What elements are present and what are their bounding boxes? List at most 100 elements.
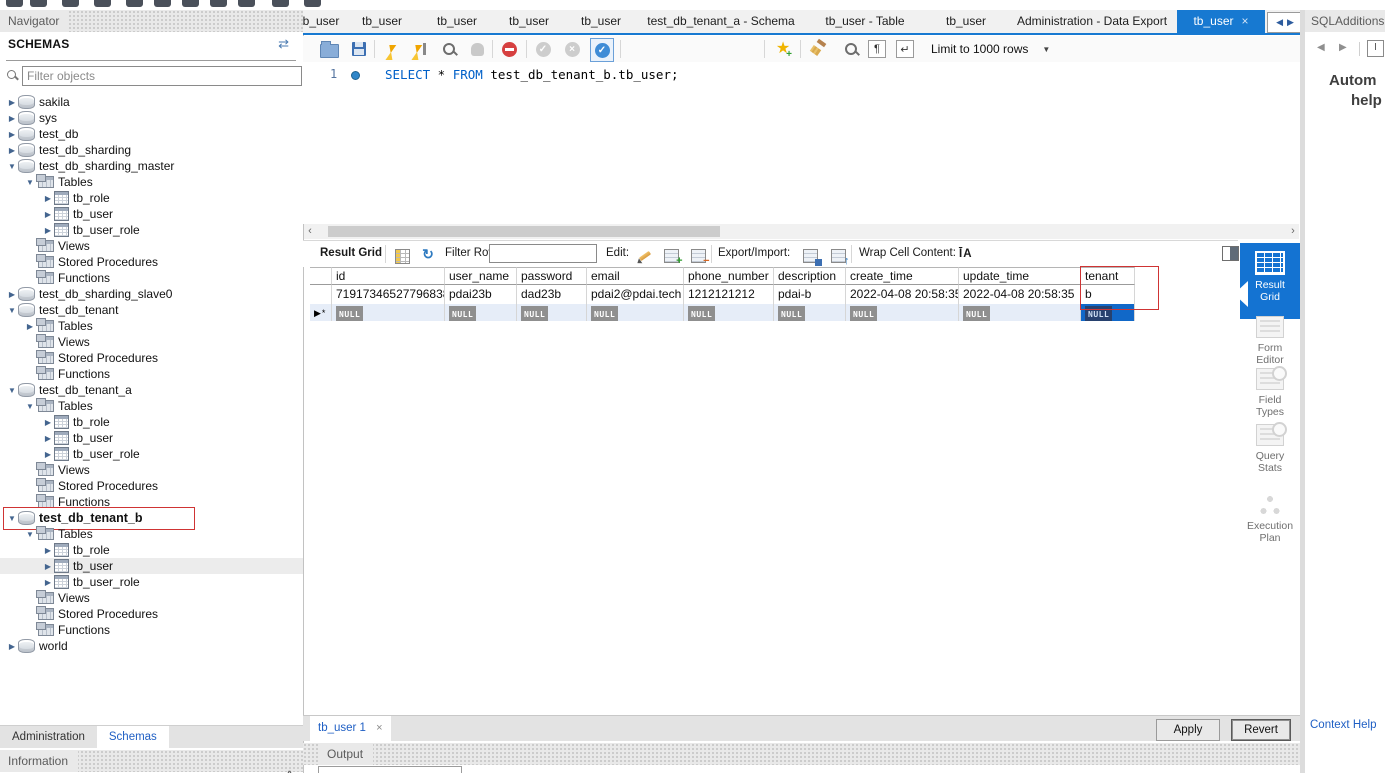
column-header-password[interactable]: password [517,267,587,285]
tree-item-tb-user[interactable]: ▶tb_user [0,430,303,446]
main-toolbar-icon[interactable] [154,0,171,7]
filter-rows-input[interactable] [489,244,597,263]
tab-scroll-right-icon[interactable]: ▶ [1287,17,1294,28]
chevron-collapsed-icon[interactable]: ▶ [6,98,18,107]
chevron-collapsed-icon[interactable]: ▶ [42,418,54,427]
data-cell-update_time[interactable]: 2022-04-08 20:58:35 [959,285,1081,304]
schemas-refresh-icon[interactable]: ⇄ [278,36,289,52]
editor-tab[interactable]: Administration - Data Export [1007,10,1177,33]
find-icon[interactable] [840,38,862,60]
chevron-expanded-icon[interactable]: ▼ [6,514,18,523]
tree-item-tb-role[interactable]: ▶tb_role [0,190,303,206]
tree-item-stored-procedures[interactable]: Stored Procedures [0,478,303,494]
null-cell-description[interactable]: NULL [774,304,846,321]
tree-item-test-db-sharding-slave0[interactable]: ▶test_db_sharding_slave0 [0,286,303,302]
tab-schemas[interactable]: Schemas [97,726,169,748]
tree-item-world[interactable]: ▶world [0,638,303,654]
data-cell-description[interactable]: pdai-b [774,285,846,304]
context-help-cursor-icon[interactable]: I [1367,40,1384,57]
explain-icon[interactable] [438,38,460,60]
tree-item-test-db-sharding-master[interactable]: ▼test_db_sharding_master [0,158,303,174]
editor-tab[interactable]: tb_user [925,10,1007,33]
tab-scroll-left-icon[interactable]: ◀ [1276,17,1283,28]
tree-item-tables[interactable]: ▼Tables [0,174,303,190]
main-toolbar-icon[interactable] [272,0,289,7]
collapse-sidebar-icon[interactable] [1222,246,1239,261]
main-toolbar-icon[interactable] [30,0,47,7]
sidebar-query-stats-button[interactable]: QueryStats [1240,424,1300,474]
tree-item-stored-procedures[interactable]: Stored Procedures [0,606,303,622]
chevron-expanded-icon[interactable]: ▼ [24,402,36,411]
chevron-collapsed-icon[interactable]: ▶ [24,322,36,331]
context-help-link[interactable]: Context Help [1310,719,1376,731]
chevron-collapsed-icon[interactable]: ▶ [42,450,54,459]
column-header-phone_number[interactable]: phone_number [684,267,774,285]
autocommit-icon[interactable]: ✓ [590,38,614,62]
open-script-icon[interactable] [318,38,340,60]
null-cell-email[interactable]: NULL [587,304,684,321]
null-cell-update_time[interactable]: NULL [959,304,1081,321]
null-cell-create_time[interactable]: NULL [846,304,959,321]
editor-tab[interactable]: tb_user [493,10,565,33]
column-header-email[interactable]: email [587,267,684,285]
main-toolbar-icon[interactable] [6,0,23,7]
save-snippet-icon[interactable]: ★+ [772,38,794,60]
tree-item-test-db[interactable]: ▶test_db [0,126,303,142]
main-toolbar-icon[interactable] [182,0,199,7]
refresh-icon[interactable]: ↻ [417,243,439,265]
data-cell-id[interactable]: 719173465277968384 [332,285,445,304]
tree-item-functions[interactable]: Functions [0,494,303,510]
tab-administration[interactable]: Administration [0,726,97,748]
tree-item-tb-user-role[interactable]: ▶tb_user_role [0,222,303,238]
scroll-left-icon[interactable]: ‹ [304,224,316,239]
tree-item-tables[interactable]: ▼Tables [0,398,303,414]
tree-item-test-db-tenant-a[interactable]: ▼test_db_tenant_a [0,382,303,398]
chevron-collapsed-icon[interactable]: ▶ [6,290,18,299]
data-cell-email[interactable]: pdai2@pdai.tech [587,285,684,304]
chevron-collapsed-icon[interactable]: ▶ [6,114,18,123]
sidebar-form-editor-button[interactable]: FormEditor [1240,316,1300,366]
save-script-icon[interactable] [348,38,370,60]
main-toolbar-icon[interactable] [62,0,79,7]
chevron-collapsed-icon[interactable]: ▶ [42,546,54,555]
tree-item-test-db-sharding[interactable]: ▶test_db_sharding [0,142,303,158]
tree-item-tables[interactable]: ▶Tables [0,318,303,334]
tree-item-stored-procedures[interactable]: Stored Procedures [0,254,303,270]
null-cell-id[interactable]: NULL [332,304,445,321]
tree-item-tb-user-role[interactable]: ▶tb_user_role [0,574,303,590]
result-doc-tab[interactable]: tb_user 1 × [310,716,391,741]
tree-item-tb-user[interactable]: ▶tb_user [0,558,303,574]
chevron-collapsed-icon[interactable]: ▶ [42,194,54,203]
column-header-update_time[interactable]: update_time [959,267,1081,285]
tree-item-tb-role[interactable]: ▶tb_role [0,414,303,430]
export-icon[interactable] [799,245,821,267]
tree-item-views[interactable]: Views [0,590,303,606]
data-cell-create_time[interactable]: 2022-04-08 20:58:35 [846,285,959,304]
tree-item-tb-user-role[interactable]: ▶tb_user_role [0,446,303,462]
tree-item-tables[interactable]: ▼Tables [0,526,303,542]
scrollbar-thumb[interactable] [328,226,720,237]
add-row-icon[interactable]: + [660,245,682,267]
editor-tab[interactable]: test_db_tenant_a - Schema [637,10,805,33]
execute-icon[interactable] [380,38,402,60]
null-cell-user_name[interactable]: NULL [445,304,517,321]
data-cell-phone_number[interactable]: 1212121212 [684,285,774,304]
tree-item-views[interactable]: Views [0,334,303,350]
grid-view-icon[interactable] [391,245,413,267]
stop-on-error-icon[interactable] [498,38,520,60]
beautify-icon[interactable] [808,38,830,60]
column-header-id[interactable]: id [332,267,445,285]
tree-item-functions[interactable]: Functions [0,270,303,286]
chevron-expanded-icon[interactable]: ▼ [6,306,18,315]
column-header-user_name[interactable]: user_name [445,267,517,285]
tree-item-tb-role[interactable]: ▶tb_role [0,542,303,558]
sidebar-field-types-button[interactable]: FieldTypes [1240,368,1300,418]
column-header-create_time[interactable]: create_time [846,267,959,285]
editor-tab[interactable]: tb_user - Table [805,10,925,33]
tree-item-functions[interactable]: Functions [0,366,303,382]
wrap-text-icon[interactable]: ↵ [894,38,916,60]
delete-row-icon[interactable]: − [687,245,709,267]
column-header-tenant[interactable]: tenant [1081,267,1135,285]
sidebar-execution-plan-button[interactable]: ExecutionPlan [1240,496,1300,544]
show-invisibles-icon[interactable]: ¶ [866,38,888,60]
